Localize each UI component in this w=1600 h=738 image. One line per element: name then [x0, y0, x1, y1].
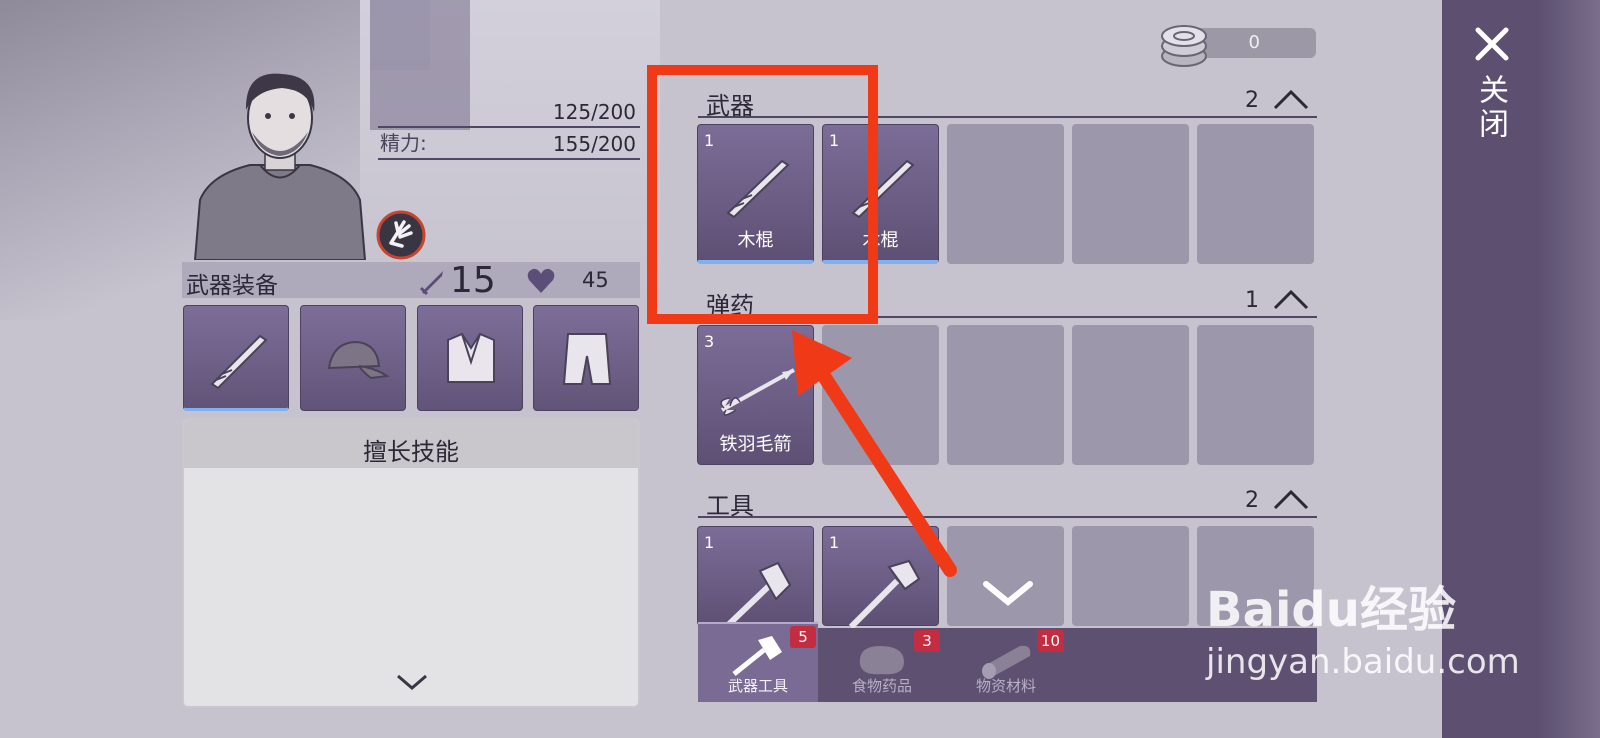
- chevron-down-icon[interactable]: [394, 670, 430, 694]
- stat-row-health: 125/200: [378, 100, 640, 128]
- skills-title-bar: 擅长技能: [184, 420, 638, 468]
- empty-slot[interactable]: [947, 124, 1064, 264]
- skills-panel: 擅长技能: [182, 418, 640, 708]
- attack-value: 15: [450, 260, 496, 301]
- section-title: 工具: [706, 492, 754, 520]
- chevron-down-icon[interactable]: [980, 578, 1036, 608]
- background-block-light: [370, 0, 430, 70]
- shirt-icon: [447, 332, 495, 383]
- tab-materials[interactable]: 10 物资材料: [946, 628, 1066, 702]
- tab-badge: 10: [1036, 630, 1064, 652]
- tab-food-medicine[interactable]: 3 食物药品: [822, 628, 942, 702]
- watermark-logo: Baidu经验: [1206, 582, 1456, 638]
- skills-title: 擅长技能: [363, 438, 459, 466]
- stat-row-energy: 精力: 155/200: [378, 131, 640, 160]
- chevron-up-icon[interactable]: [1271, 86, 1311, 112]
- watermark: Baidu经验 jingyan.baidu.com: [1206, 560, 1520, 710]
- tab-label: 食物药品: [851, 677, 912, 695]
- tab-badge: 3: [914, 630, 940, 652]
- stat-value: 155/200: [552, 132, 636, 156]
- section-count: 1: [1245, 288, 1259, 313]
- stat-label: 精力:: [380, 131, 427, 155]
- wooden-stick-icon: [210, 334, 268, 390]
- character-portrait[interactable]: [190, 70, 370, 260]
- empty-slot[interactable]: [1072, 526, 1189, 626]
- empty-slot[interactable]: [1197, 325, 1314, 465]
- equip-slot-body[interactable]: [417, 305, 523, 411]
- equipment-title: 武器装备: [186, 273, 278, 299]
- chevron-up-icon[interactable]: [1271, 486, 1311, 512]
- heart-icon: [527, 268, 555, 293]
- health-value: 45: [582, 268, 609, 292]
- shorts-icon: [562, 333, 612, 385]
- skill-hand-icon[interactable]: [376, 210, 426, 260]
- empty-slot[interactable]: [1197, 124, 1314, 264]
- stat-value: 125/200: [552, 100, 636, 124]
- equipment-header: 武器装备 15 45: [182, 260, 640, 301]
- tab-weapons-tools[interactable]: 5 武器工具: [698, 622, 818, 702]
- section-count: 2: [1245, 88, 1259, 113]
- tab-label: 武器工具: [727, 677, 788, 695]
- coin-stack-icon: [1161, 25, 1207, 67]
- tab-badge: 5: [790, 626, 816, 648]
- cap-icon: [327, 340, 389, 380]
- empty-slot[interactable]: [1072, 325, 1189, 465]
- sword-icon: [419, 271, 443, 296]
- tab-label: 物资材料: [975, 677, 1036, 695]
- pointer-arrow-icon: [792, 330, 957, 577]
- chevron-up-icon[interactable]: [1271, 286, 1311, 312]
- equip-slot-legs[interactable]: [533, 305, 639, 411]
- equip-slot-weapon[interactable]: [183, 305, 289, 411]
- section-count: 2: [1245, 488, 1259, 513]
- watermark-url: jingyan.baidu.com: [1206, 642, 1520, 682]
- highlight-box: [647, 65, 878, 324]
- empty-slot[interactable]: [1072, 124, 1189, 264]
- close-icon[interactable]: [1474, 26, 1510, 62]
- equip-slot-head[interactable]: [300, 305, 406, 411]
- axe-icon: [732, 636, 782, 676]
- close-label[interactable]: 关闭: [1472, 74, 1512, 142]
- coin-value: 0: [1248, 32, 1260, 53]
